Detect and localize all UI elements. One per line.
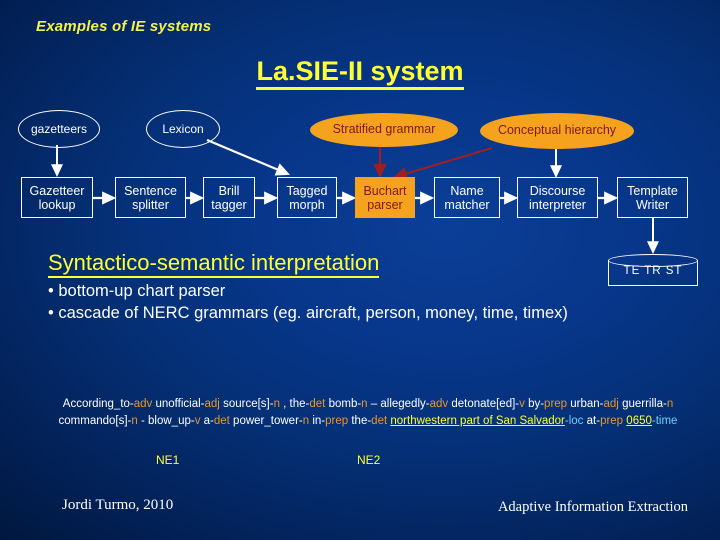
stage-sentence-splitter-line2: splitter <box>132 197 169 212</box>
word-token: the- <box>348 415 372 428</box>
word-token: in- <box>309 415 326 428</box>
stage-gazetteer-lookup-line2: lookup <box>38 197 76 212</box>
stage-gazetteer-lookup-line1: Gazetteer <box>29 183 85 198</box>
pos-tag: adj <box>603 398 619 410</box>
ne-markers: NE1 NE2 <box>0 453 720 473</box>
word-token: power_tower- <box>229 415 303 428</box>
pos-tag: adv <box>429 398 449 410</box>
stage-buchart-parser-line2: parser <box>367 197 403 212</box>
source-gazetteers-label: gazetteers <box>30 121 88 136</box>
word-token: source[s]- <box>219 398 274 410</box>
stage-discourse-interpreter-line1: Discourse <box>529 183 586 198</box>
source-lexicon[interactable]: Lexicon <box>146 110 220 148</box>
pos-tag: det <box>213 415 230 428</box>
footer-author: Jordi Turmo, 2010 <box>62 497 174 513</box>
source-gazetteers[interactable]: gazetteers <box>18 110 100 148</box>
template-store-cylinder: TE TR ST <box>608 254 698 288</box>
source-lexicon-label: Lexicon <box>162 121 204 136</box>
annotated-example-text: According_to-adv unofficial-adj source[s… <box>58 396 678 431</box>
word-token: by- <box>524 398 545 410</box>
slide-title: La.SIE-II system <box>0 56 720 90</box>
footer-course-title: Adaptive Information Extraction <box>497 499 688 515</box>
pos-tag: det <box>309 398 326 410</box>
stage-name-matcher-line1: Name <box>450 183 484 198</box>
pos-tag: n <box>666 398 674 410</box>
pos-tag: prep <box>544 398 568 410</box>
bullet-item: • cascade of NERC grammars (eg. aircraft… <box>48 303 568 322</box>
pos-tag: prep <box>600 415 624 428</box>
stage-tagged-morph-line1: Tagged <box>286 183 328 198</box>
stage-brill-tagger-line2: tagger <box>211 197 247 212</box>
stage-name-matcher[interactable]: Name matcher <box>434 177 500 218</box>
stage-template-writer-line2: Writer <box>635 197 670 212</box>
slide-canvas: Examples of IE systems La.SIE-II system <box>0 0 720 540</box>
stage-tagged-morph[interactable]: Tagged morph <box>277 177 337 218</box>
source-stratified-grammar[interactable]: Stratified grammar <box>310 113 458 147</box>
stage-name-matcher-line2: matcher <box>444 197 490 212</box>
stage-template-writer[interactable]: Template Writer <box>617 177 688 218</box>
word-token: urban- <box>567 398 604 410</box>
stage-buchart-parser-line1: Buchart <box>363 183 407 198</box>
word-token: detonate[ed]- <box>448 398 520 410</box>
word-token: , the- <box>279 398 310 410</box>
stage-sentence-splitter-line1: Sentence <box>124 183 177 198</box>
named-entity: northwestern part of San Salvador <box>390 415 565 428</box>
pos-tag: prep <box>325 415 349 428</box>
slide-title-text: La.SIE-II system <box>256 56 464 90</box>
pos-tag: det <box>371 415 388 428</box>
named-entity: 0650 <box>626 415 652 428</box>
stage-gazetteer-lookup[interactable]: Gazetteer lookup <box>21 177 93 218</box>
stage-brill-tagger-line1: Brill <box>218 183 240 198</box>
source-stratified-grammar-label: Stratified grammar <box>332 122 436 137</box>
word-token: - blow_up- <box>137 415 195 428</box>
entity-type-tag: -loc <box>564 415 584 428</box>
word-token: at- <box>583 415 601 428</box>
stage-brill-tagger[interactable]: Brill tagger <box>203 177 255 218</box>
word-token: a- <box>200 415 214 428</box>
ne-marker-1: NE1 <box>156 453 180 467</box>
word-token: bomb- <box>325 398 362 410</box>
stage-template-writer-line1: Template <box>627 183 678 198</box>
word-token: unofficial- <box>152 398 205 410</box>
stage-buchart-parser[interactable]: Buchart parser <box>355 177 415 218</box>
source-conceptual-hierarchy-label: Conceptual hierarchy <box>497 123 617 138</box>
ne-marker-2: NE2 <box>357 453 381 467</box>
word-token: – allegedly- <box>367 398 430 410</box>
section-heading: Syntactico-semantic interpretation <box>48 250 380 278</box>
slide-kicker: Examples of IE systems <box>36 18 212 35</box>
stage-discourse-interpreter-line2: interpreter <box>529 197 586 212</box>
pos-tag: adv <box>133 398 153 410</box>
source-conceptual-hierarchy[interactable]: Conceptual hierarchy <box>480 113 634 149</box>
word-token: guerrilla- <box>618 398 667 410</box>
section-bullets: • bottom-up chart parser • cascade of NE… <box>48 281 568 325</box>
stage-tagged-morph-line2: morph <box>289 197 325 212</box>
bullet-item: • bottom-up chart parser <box>48 282 226 300</box>
stage-discourse-interpreter[interactable]: Discourse interpreter <box>517 177 598 218</box>
stage-sentence-splitter[interactable]: Sentence splitter <box>115 177 186 218</box>
section-heading-text: Syntactico-semantic interpretation <box>48 250 380 278</box>
word-token: According_to- <box>62 398 134 410</box>
template-store-label: TE TR ST <box>623 265 683 277</box>
word-token: commando[s]- <box>58 415 132 428</box>
entity-type-tag: -time <box>651 415 678 428</box>
pos-tag: adj <box>204 398 220 410</box>
